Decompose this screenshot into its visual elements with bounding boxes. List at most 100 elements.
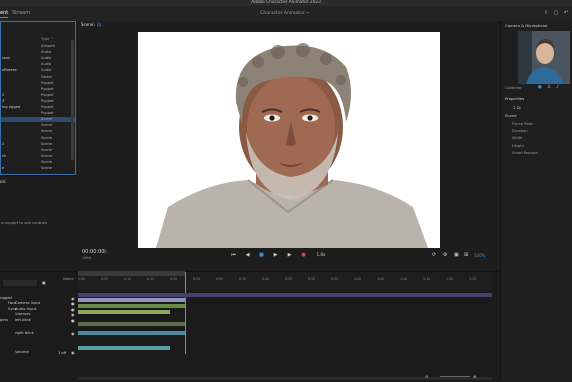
camera-icon[interactable]: ▣ bbox=[454, 251, 459, 259]
grid-icon[interactable]: ⊞ bbox=[464, 251, 468, 259]
step-forward-icon[interactable]: ▶ bbox=[286, 251, 293, 259]
name-column-header: Name bbox=[63, 277, 74, 281]
work-area-bar[interactable] bbox=[78, 271, 185, 276]
project-list-item[interactable]: 3 Puppet bbox=[1, 99, 75, 104]
ruler-tick-label: 0:30 bbox=[216, 277, 224, 281]
project-list-item[interactable]: Puppet bbox=[1, 87, 75, 92]
ruler-tick-label: 1:10 bbox=[400, 277, 408, 281]
project-item-type: Audio bbox=[41, 50, 52, 55]
workspace-bar: ent Stream Character Animator ~ ⇧ ▢ ↶ bbox=[0, 6, 572, 22]
project-list-item[interactable]: Audio bbox=[1, 62, 75, 67]
blink-bar[interactable] bbox=[78, 331, 185, 335]
property-label: Frame Rate bbox=[512, 122, 533, 126]
project-item-type: Puppet bbox=[41, 105, 54, 109]
scene-tab-suffix: 1 DJ bbox=[93, 22, 102, 27]
ruler-tick-label: 0:20 bbox=[170, 277, 178, 281]
zoom-in-icon[interactable]: ⊕ bbox=[473, 374, 476, 379]
project-list-item[interactable]: oBreeze Audio bbox=[1, 68, 75, 73]
tab-stream[interactable]: Stream bbox=[12, 10, 30, 17]
project-list-item[interactable]: ing rigged Puppet bbox=[1, 105, 75, 110]
project-list-item[interactable]: Scene bbox=[1, 136, 75, 141]
property-label: Height bbox=[512, 143, 524, 148]
timeline-search-input[interactable] bbox=[3, 280, 37, 286]
audio-waveform-bar[interactable] bbox=[78, 346, 170, 350]
stop-icon[interactable]: ■ bbox=[258, 251, 265, 259]
tab-ent[interactable]: ent bbox=[0, 10, 9, 18]
track-visibility-icon[interactable]: ◉ bbox=[71, 312, 75, 317]
microphone-icon[interactable]: ● bbox=[538, 85, 542, 90]
controls-header: ols bbox=[0, 179, 6, 184]
calibrate-button[interactable]: Calibrate bbox=[505, 86, 521, 90]
type-column-header[interactable]: Type ^ bbox=[41, 37, 53, 41]
project-item-type: Scene bbox=[41, 123, 52, 128]
project-list-item[interactable]: Folder bbox=[1, 75, 75, 80]
window-icon[interactable]: ▢ bbox=[553, 10, 559, 16]
track-visibility-icon[interactable]: ◉ bbox=[71, 350, 75, 355]
camera-input-bar[interactable] bbox=[78, 304, 185, 308]
project-scrollbar[interactable] bbox=[71, 40, 74, 160]
timeline-camera-icon[interactable]: ▣ bbox=[42, 280, 46, 285]
undo-icon[interactable]: ↶ bbox=[563, 10, 569, 16]
track-label[interactable]: Camera Input bbox=[15, 301, 40, 305]
zoom-level[interactable]: 100% bbox=[474, 252, 485, 260]
track-label[interactable]: right blink bbox=[15, 331, 34, 335]
scene-tab[interactable]: Scene bbox=[81, 22, 93, 27]
project-item-type: Puppet bbox=[41, 98, 54, 103]
playhead[interactable] bbox=[185, 272, 186, 354]
track-label[interactable]: rigged bbox=[0, 296, 12, 300]
person-icon[interactable]: ♙ bbox=[547, 85, 551, 90]
track-visibility-icon[interactable]: ◉ bbox=[71, 301, 75, 306]
mic-level-icon[interactable]: ♪ bbox=[556, 85, 559, 90]
project-item-type: Puppet bbox=[41, 111, 54, 116]
speed-label[interactable]: 1.0x bbox=[314, 251, 328, 259]
go-to-start-icon[interactable]: ⏮ bbox=[230, 251, 237, 259]
project-list-item[interactable]: Scene bbox=[1, 160, 75, 165]
volume-value[interactable]: 1 off bbox=[58, 351, 66, 355]
zoom-out-icon[interactable]: ⊖ bbox=[425, 374, 428, 379]
project-item-type: Scene bbox=[41, 147, 52, 152]
controls-hint: a puppet to see controls bbox=[1, 220, 48, 225]
project-list-item[interactable]: Puppet bbox=[1, 81, 75, 86]
project-item-name: ch bbox=[2, 153, 7, 158]
timeline-scrollbar[interactable] bbox=[78, 377, 492, 380]
property-label: Duration bbox=[512, 129, 528, 134]
project-list-item[interactable]: 2 Puppet bbox=[1, 93, 75, 98]
project-list-item[interactable]: e Scene bbox=[1, 166, 75, 171]
project-list-item[interactable]: 2 Scene bbox=[1, 142, 75, 147]
settings-icon[interactable]: ⚙ bbox=[443, 251, 447, 259]
visemes-bar[interactable] bbox=[78, 310, 170, 314]
puppet-portrait bbox=[156, 43, 428, 248]
track-visibility-icon[interactable]: ◉ bbox=[71, 318, 75, 323]
step-back-icon[interactable]: ◀ bbox=[244, 251, 251, 259]
track-visibility-icon[interactable]: ◉ bbox=[71, 331, 75, 336]
project-list-item[interactable]: Scene bbox=[1, 129, 75, 134]
project-item-name: e bbox=[2, 166, 5, 170]
scene-canvas[interactable] bbox=[138, 32, 440, 248]
track-label[interactable]: left blink bbox=[15, 318, 31, 322]
project-list-item[interactable]: Scene bbox=[1, 123, 75, 128]
scene-section[interactable]: Scene bbox=[505, 113, 517, 118]
triggers-bar[interactable] bbox=[78, 322, 185, 326]
project-list-item[interactable]: Artwork bbox=[1, 44, 75, 49]
project-list-item[interactable]: Scene bbox=[1, 148, 75, 153]
project-item-type: Puppet bbox=[41, 86, 54, 91]
project-list-item[interactable]: sses Audio bbox=[1, 56, 75, 61]
zoom-slider[interactable] bbox=[440, 376, 470, 377]
project-list-item[interactable]: ch Scene bbox=[1, 154, 75, 159]
scene-clip-bar[interactable] bbox=[78, 293, 492, 297]
project-item-type: Scene bbox=[41, 153, 52, 158]
puppet-clip-bar[interactable] bbox=[78, 298, 185, 302]
record-icon[interactable]: ● bbox=[300, 251, 307, 259]
loop-icon[interactable]: ⟳ bbox=[432, 251, 436, 259]
project-list-item[interactable]: Audio bbox=[1, 50, 75, 55]
workspace-label[interactable]: Character Animator ~ bbox=[240, 10, 330, 17]
track-label[interactable]: Audio Input bbox=[15, 307, 36, 311]
track-label[interactable]: gers bbox=[0, 318, 8, 322]
track-label[interactable]: Volume bbox=[15, 350, 29, 354]
project-list-item[interactable]: Scene bbox=[1, 117, 75, 123]
share-icon[interactable]: ⇧ bbox=[543, 10, 549, 16]
play-icon[interactable]: ▶ bbox=[272, 251, 279, 259]
project-item-name: 2 bbox=[2, 92, 5, 97]
track-label[interactable]: Visemes bbox=[15, 312, 30, 316]
project-list-item[interactable]: Puppet bbox=[1, 111, 75, 116]
